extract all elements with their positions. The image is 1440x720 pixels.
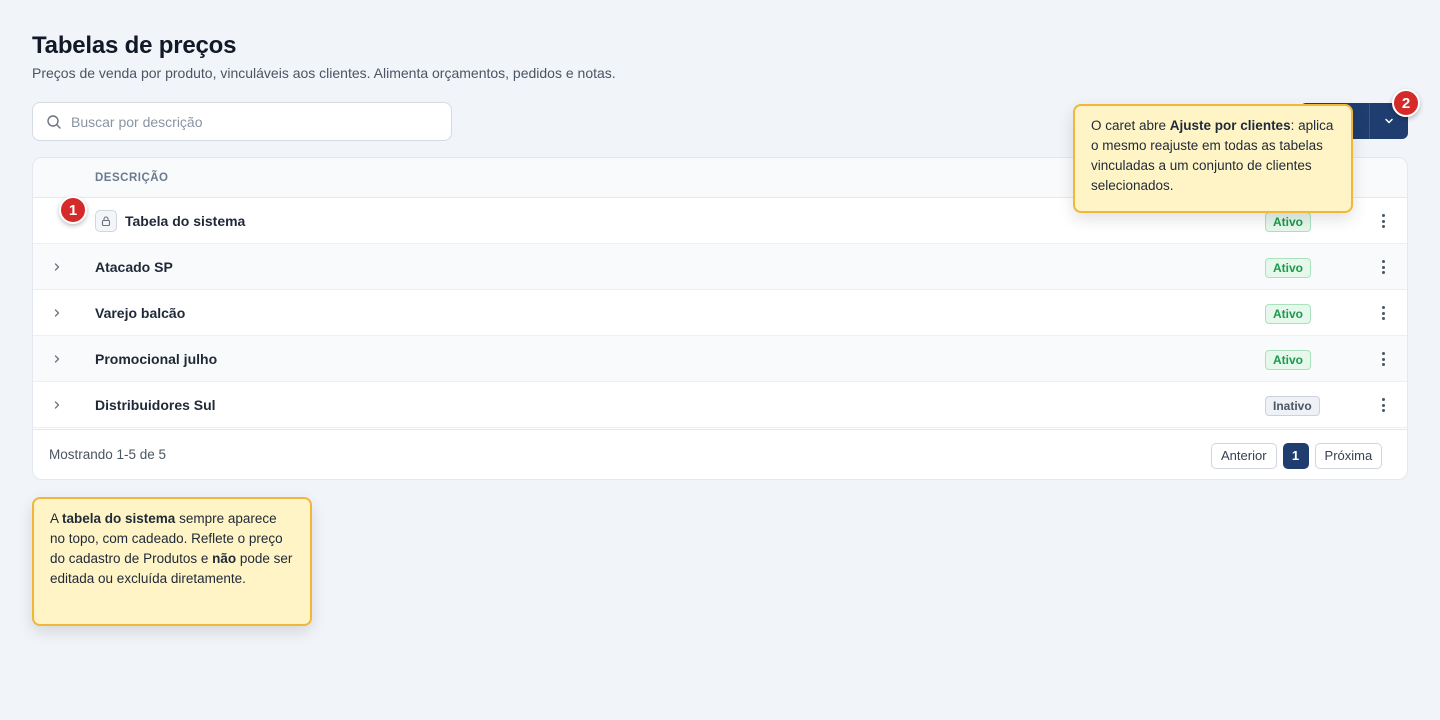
- row-name: Atacado SP: [95, 258, 173, 275]
- chevron-right-icon[interactable]: [50, 304, 64, 322]
- pagination-summary: Mostrando 1-5 de 5: [49, 447, 167, 462]
- annotation-marker-1: 1: [59, 196, 87, 224]
- row-name: Promocional julho: [95, 350, 218, 367]
- chevron-right-icon[interactable]: [50, 396, 64, 414]
- next-page-button[interactable]: Próxima: [1314, 443, 1383, 469]
- column-header-description: DESCRIÇÃO: [95, 171, 169, 184]
- row-name: Distribuidores Sul: [95, 396, 216, 413]
- annotation-tooltip-1: A tabela do sistema sempre aparece no to…: [32, 497, 312, 626]
- chevron-down-icon: [1385, 118, 1393, 124]
- lock-icon: [95, 210, 117, 232]
- status-badge: Ativo: [1265, 304, 1311, 324]
- kebab-icon[interactable]: [1375, 212, 1391, 230]
- row-name: Varejo balcão: [95, 304, 186, 321]
- page-subtitle: Preços de venda por produto, vinculáveis…: [32, 65, 616, 81]
- search-input[interactable]: [71, 113, 438, 130]
- annotation-marker-2: 2: [1392, 89, 1420, 117]
- status-badge: Ativo: [1265, 350, 1311, 370]
- row-name: Tabela do sistema: [125, 212, 246, 229]
- search-icon: [47, 114, 61, 129]
- chevron-right-icon[interactable]: [50, 350, 64, 368]
- prev-page-button[interactable]: Anterior: [1211, 443, 1277, 469]
- page-1-button[interactable]: 1: [1282, 443, 1309, 469]
- page-title: Tabelas de preços: [32, 32, 237, 59]
- table-footer: Mostrando 1-5 de 5 Anterior 1 Próxima: [33, 429, 1407, 479]
- search-box[interactable]: [32, 102, 452, 141]
- chevron-right-icon[interactable]: [50, 258, 64, 276]
- annotation-tooltip-2: O caret abre Ajuste por clientes: aplica…: [1073, 104, 1353, 213]
- pagination: Anterior 1 Próxima: [1211, 443, 1383, 469]
- kebab-icon[interactable]: [1375, 304, 1391, 322]
- kebab-icon[interactable]: [1375, 396, 1391, 414]
- status-badge: Inativo: [1265, 396, 1320, 416]
- kebab-icon[interactable]: [1375, 350, 1391, 368]
- table-row[interactable]: Promocional julho Ativo: [33, 336, 1407, 382]
- table-row[interactable]: Atacado SP Ativo: [33, 244, 1407, 290]
- status-badge: Ativo: [1265, 258, 1311, 278]
- table-row[interactable]: Distribuidores Sul Inativo: [33, 382, 1407, 428]
- status-badge: Ativo: [1265, 212, 1311, 232]
- table-row[interactable]: Varejo balcão Ativo: [33, 290, 1407, 336]
- kebab-icon[interactable]: [1375, 258, 1391, 276]
